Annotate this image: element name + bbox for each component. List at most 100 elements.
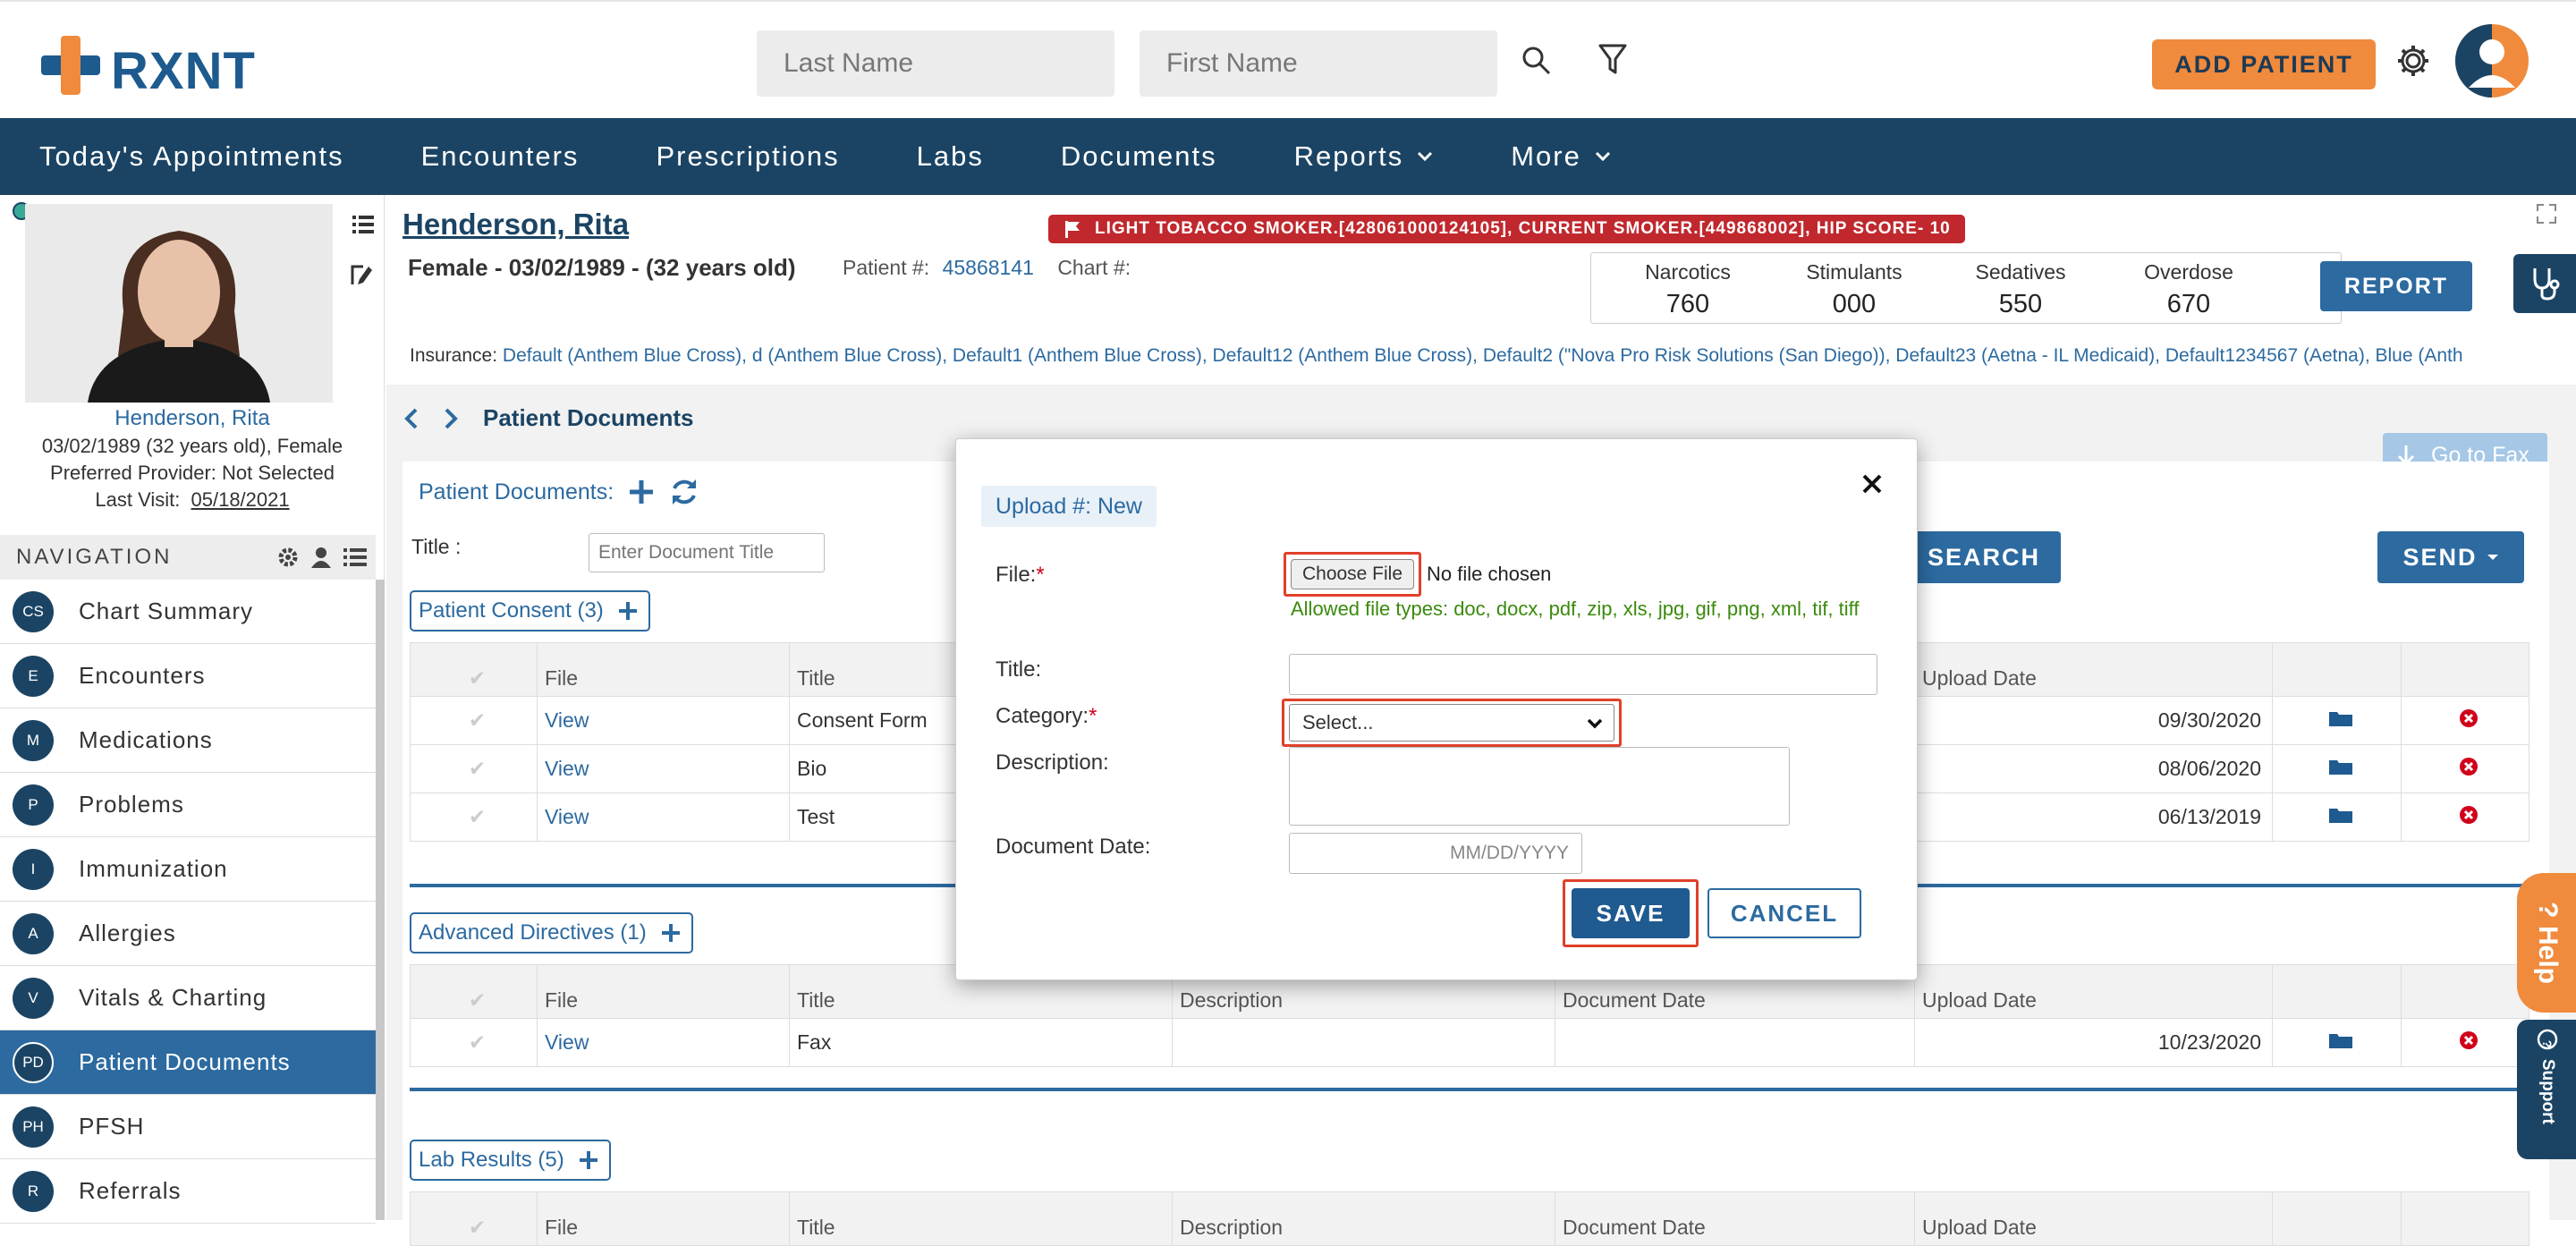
user-icon[interactable]: [311, 547, 331, 568]
delete-icon[interactable]: [2401, 696, 2529, 745]
list-icon[interactable]: [352, 215, 374, 234]
nav-labs[interactable]: Labs: [917, 140, 984, 173]
folder-icon[interactable]: [2272, 793, 2402, 842]
close-icon[interactable]: [1861, 473, 1883, 495]
left-nav-allergies[interactable]: A Allergies: [0, 902, 376, 966]
nav-badge: PH: [13, 1106, 54, 1148]
gear-icon[interactable]: [277, 547, 299, 568]
delete-icon[interactable]: [2401, 793, 2529, 842]
delete-icon[interactable]: [2401, 1018, 2529, 1067]
stethoscope-icon: [2533, 268, 2560, 301]
nav-prescriptions[interactable]: Prescriptions: [656, 140, 839, 173]
choose-file-button[interactable]: Choose File: [1291, 559, 1414, 589]
edit-icon[interactable]: [351, 263, 374, 286]
check-icon[interactable]: ✔: [469, 1216, 486, 1239]
breadcrumb: Patient Documents: [404, 404, 694, 432]
row-checkbox[interactable]: ✔: [410, 793, 538, 842]
main-nav: Today's Appointments Encounters Prescrip…: [0, 118, 2576, 195]
nav-encounters[interactable]: Encounters: [421, 140, 580, 173]
check-icon[interactable]: ✔: [469, 666, 486, 690]
folder-icon[interactable]: [2272, 1018, 2402, 1067]
support-label: ? Support: [2529, 1029, 2565, 1154]
filter-icon[interactable]: [1597, 43, 1628, 77]
rxnt-logo[interactable]: RXNT: [41, 34, 265, 100]
add-patient-button[interactable]: ADD PATIENT: [2152, 39, 2376, 89]
insurance-list[interactable]: Default (Anthem Blue Cross), d (Anthem B…: [503, 345, 2463, 366]
nav-badge: PD: [13, 1041, 54, 1083]
nav-todays-appointments[interactable]: Today's Appointments: [39, 140, 344, 173]
required-marker: *: [1089, 704, 1097, 728]
row-checkbox[interactable]: ✔: [410, 696, 538, 745]
add-icon[interactable]: [628, 479, 655, 505]
folder-icon[interactable]: [2272, 696, 2402, 745]
insurance-line: Insurance: Default (Anthem Blue Cross), …: [410, 345, 2463, 366]
patient-name-link[interactable]: Henderson, Rita: [0, 406, 385, 431]
left-nav-referrals[interactable]: R Referrals: [0, 1159, 376, 1224]
chevron-right-icon[interactable]: [444, 407, 458, 430]
patient-name-heading[interactable]: Henderson, Rita: [402, 208, 629, 242]
document-title-input[interactable]: [589, 533, 825, 572]
nav-badge: R: [13, 1170, 54, 1212]
nav-badge: CS: [13, 590, 54, 632]
sidebar-scrollbar[interactable]: [376, 580, 385, 1220]
chevron-down-icon: [1418, 151, 1433, 162]
expand-icon[interactable]: [2537, 204, 2556, 224]
last-visit-date[interactable]: 05/18/2021: [191, 488, 290, 511]
flag-icon: [1065, 221, 1080, 238]
nav-documents[interactable]: Documents: [1061, 140, 1217, 173]
view-link[interactable]: View: [537, 793, 790, 842]
cancel-button[interactable]: CANCEL: [1707, 888, 1861, 938]
folder-icon[interactable]: [2272, 744, 2402, 793]
nav-badge: P: [13, 784, 54, 826]
search-icon[interactable]: [1521, 45, 1553, 77]
view-link[interactable]: View: [537, 696, 790, 745]
advanced-directives-section-button[interactable]: Advanced Directives (1): [410, 912, 693, 954]
title-filter-label: Title :: [411, 535, 462, 558]
left-nav-chart-summary[interactable]: CS Chart Summary: [0, 580, 376, 644]
left-nav-immunization[interactable]: I Immunization: [0, 837, 376, 902]
chevron-left-icon[interactable]: [404, 407, 419, 430]
left-nav-patient-documents[interactable]: PD Patient Documents: [0, 1030, 376, 1095]
left-nav-encounters[interactable]: E Encounters: [0, 644, 376, 708]
patient-photo: [25, 204, 333, 403]
left-nav-pfsh[interactable]: PH PFSH: [0, 1095, 376, 1159]
row-checkbox[interactable]: ✔: [410, 744, 538, 793]
stethoscope-button[interactable]: [2513, 254, 2576, 313]
sedatives-stat: Sedatives 550: [1975, 260, 2066, 318]
patient-number: Patient #: 45868141 Chart #:: [843, 256, 1131, 279]
help-tab[interactable]: ? Help: [2517, 873, 2576, 1013]
chevron-down-icon: [1587, 718, 1603, 729]
alert-tag: LIGHT TOBACCO SMOKER.[428061000124105], …: [1048, 215, 1965, 243]
search-button[interactable]: SEARCH: [1907, 531, 2061, 583]
check-icon[interactable]: ✔: [469, 988, 486, 1012]
view-link[interactable]: View: [537, 744, 790, 793]
user-avatar[interactable]: [2454, 23, 2529, 98]
title-label: Title:: [996, 657, 1042, 682]
title-input[interactable]: [1289, 654, 1877, 695]
breadcrumb-title: Patient Documents: [483, 404, 694, 431]
last-visit: Last Visit: 05/18/2021: [95, 488, 290, 511]
category-select[interactable]: Select...: [1289, 704, 1614, 742]
document-date-input[interactable]: MM/DD/YYYY: [1289, 833, 1582, 874]
last-name-input[interactable]: [757, 30, 1114, 97]
left-nav-problems[interactable]: P Problems: [0, 773, 376, 837]
refresh-icon[interactable]: [669, 478, 699, 506]
left-nav-vitals-charting[interactable]: V Vitals & Charting: [0, 966, 376, 1030]
view-link[interactable]: View: [537, 1018, 790, 1067]
description-textarea[interactable]: [1289, 747, 1790, 826]
gear-icon[interactable]: [2395, 43, 2431, 79]
save-button[interactable]: SAVE: [1572, 888, 1690, 938]
support-tab[interactable]: ? Support: [2517, 1020, 2576, 1159]
lab-results-table: ✔ File Title Description Document Date U…: [410, 1191, 2529, 1246]
nav-more[interactable]: More: [1511, 140, 1612, 173]
patient-consent-section-button[interactable]: Patient Consent (3): [410, 590, 650, 631]
first-name-input[interactable]: [1140, 30, 1497, 97]
list-icon[interactable]: [343, 547, 367, 567]
report-button[interactable]: REPORT: [2320, 261, 2472, 311]
nav-reports[interactable]: Reports: [1294, 140, 1435, 173]
delete-icon[interactable]: [2401, 744, 2529, 793]
send-button[interactable]: SEND: [2377, 531, 2524, 583]
lab-results-section-button[interactable]: Lab Results (5): [410, 1140, 611, 1181]
left-nav-medications[interactable]: M Medications: [0, 708, 376, 773]
row-checkbox[interactable]: ✔: [410, 1018, 538, 1067]
